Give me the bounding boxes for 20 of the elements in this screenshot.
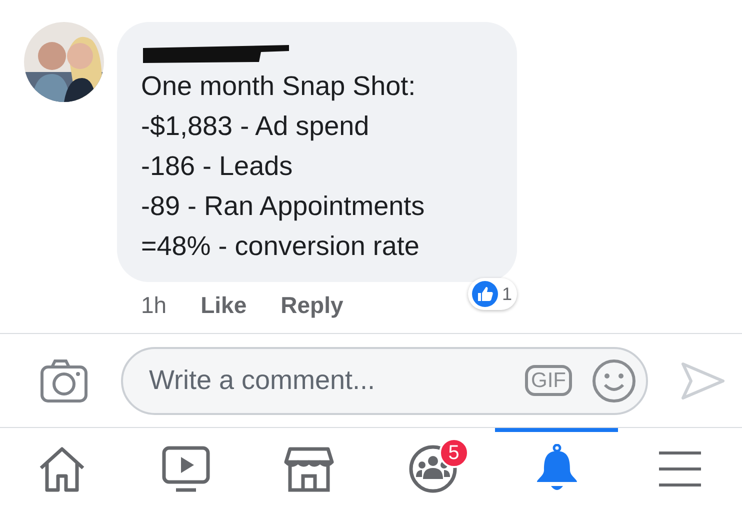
comment-field[interactable]: Write a comment... GIF (121, 346, 648, 414)
video-icon (162, 446, 210, 492)
camera-icon[interactable] (40, 358, 88, 402)
comment-text: =48% - conversion rate (141, 230, 420, 263)
home-icon (38, 446, 86, 492)
comment-action-link[interactable]: Reply (280, 288, 344, 322)
comment-action-link[interactable]: Like (200, 288, 247, 322)
menu-icon (657, 448, 704, 488)
comment-text: -89 - Ran Appointments (141, 190, 426, 223)
comment-text: One month Snap Shot: (141, 70, 417, 103)
emoji-icon[interactable] (592, 358, 636, 402)
gif-button[interactable]: GIF (525, 365, 572, 396)
groups-icon (408, 444, 458, 494)
store-icon (284, 446, 334, 492)
comment-text: -186 - Leads (141, 150, 294, 183)
nav-tab[interactable]: 5 (371, 428, 495, 505)
reaction-number: 1 (502, 282, 512, 306)
comment-text: -$1,883 - Ad spend (141, 110, 370, 143)
notification-count: 5 (438, 438, 469, 468)
comment-time: 1h (141, 291, 167, 320)
